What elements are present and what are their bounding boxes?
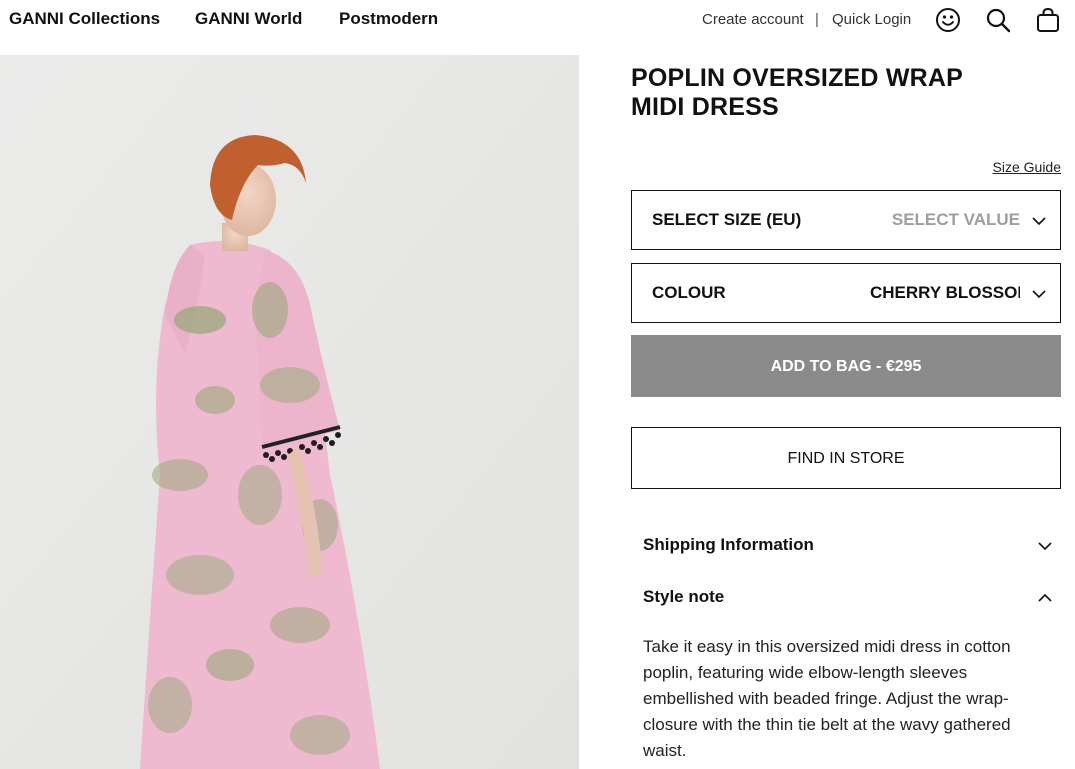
search-icon[interactable] — [985, 7, 1011, 33]
model-photo-illustration — [0, 55, 579, 769]
header-separator: | — [815, 11, 819, 28]
quick-login-link[interactable]: Quick Login — [832, 11, 911, 28]
create-account-link[interactable]: Create account — [702, 11, 804, 28]
product-title-line-2: MIDI DRESS — [631, 93, 779, 121]
product-image[interactable] — [0, 55, 579, 769]
accordion-label: Shipping Information — [643, 535, 814, 554]
colour-select-label: COLOUR — [652, 283, 726, 302]
nav-ganni-collections[interactable]: GANNI Collections — [9, 9, 160, 29]
add-to-bag-button[interactable]: ADD TO BAG - €295 — [631, 335, 1061, 397]
size-guide-link[interactable]: Size Guide — [993, 159, 1061, 175]
bag-icon[interactable] — [1035, 7, 1061, 33]
size-select-label: SELECT SIZE (EU) — [652, 210, 802, 229]
size-select-value: SELECT VALUE — [891, 210, 1020, 229]
chevron-down-icon — [1032, 217, 1046, 226]
colour-select-value: CHERRY BLOSSOM — [870, 283, 1020, 302]
style-note-text: Take it easy in this oversized midi dres… — [643, 637, 1011, 760]
chevron-down-icon — [1032, 290, 1046, 299]
product-title: POPLIN OVERSIZED WRAP MIDI DRESS — [631, 64, 991, 122]
chevron-down-icon — [1038, 542, 1052, 551]
product-title-line-1: POPLIN OVERSIZED WRAP — [631, 64, 964, 92]
nav-postmodern[interactable]: Postmodern — [339, 9, 438, 29]
smiley-icon[interactable] — [935, 7, 961, 33]
chevron-up-icon — [1038, 593, 1052, 602]
site-header: GANNI Collections GANNI World Postmodern… — [0, 0, 1075, 40]
accordion-label: Style note — [643, 587, 725, 606]
find-in-store-button[interactable]: FIND IN STORE — [631, 427, 1061, 489]
colour-select[interactable]: COLOUR CHERRY BLOSSOM — [631, 263, 1061, 323]
size-select[interactable]: SELECT SIZE (EU) SELECT VALUE — [631, 190, 1061, 250]
nav-ganni-world[interactable]: GANNI World — [195, 9, 302, 29]
accordion-style-note[interactable]: Style note — [643, 583, 1061, 613]
accordion-shipping-information[interactable]: Shipping Information — [643, 531, 1061, 561]
